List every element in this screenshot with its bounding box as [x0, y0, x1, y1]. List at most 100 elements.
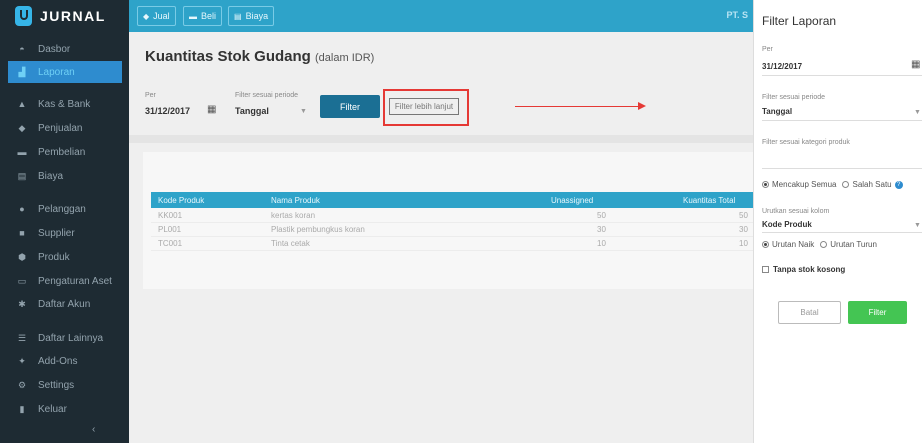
- list-icon: ☰: [17, 332, 27, 343]
- radio-mencakup-semua[interactable]: [762, 181, 769, 188]
- receipt-icon: ▤: [17, 170, 27, 181]
- sidebar-item-label: Pembelian: [38, 146, 86, 158]
- header-nama-produk[interactable]: Nama Produk: [271, 196, 320, 205]
- radio-salah-satu[interactable]: [842, 181, 850, 188]
- jual-button[interactable]: ◆ Jual: [137, 6, 176, 26]
- panel-period-label: Filter sesuai periode: [762, 94, 826, 101]
- cell-unassigned: 10: [597, 239, 606, 248]
- sidebar-item-biaya[interactable]: ▤ Biaya: [0, 165, 129, 187]
- radio-urutan-naik[interactable]: [762, 241, 769, 248]
- sidebar-item-settings[interactable]: ⚙ Settings: [0, 374, 129, 396]
- cell-kode[interactable]: TC001: [158, 239, 182, 248]
- highlight-annotation: [383, 89, 469, 126]
- arrow-head-annotation: [638, 102, 646, 110]
- arrow-annotation: [515, 106, 640, 107]
- sidebar-item-pembelian[interactable]: ▬ Pembelian: [0, 141, 129, 163]
- sidebar-item-label: Add-Ons: [38, 355, 78, 367]
- cancel-button[interactable]: Batal: [778, 301, 841, 324]
- tag-icon: ◆: [143, 11, 150, 21]
- input-underline: [762, 75, 922, 76]
- cell-nama[interactable]: Tinta cetak: [271, 239, 310, 248]
- biaya-label: Biaya: [245, 11, 269, 21]
- chevron-down-icon: ▼: [914, 222, 921, 229]
- input-underline: [762, 232, 922, 233]
- table-row[interactable]: TC001 Tinta cetak 10 10: [151, 237, 753, 251]
- box-icon: ⬢: [18, 251, 26, 262]
- sidebar-item-label: Pelanggan: [38, 203, 86, 215]
- table-header: Kode Produk Nama Produk Unassigned Kuant…: [151, 192, 753, 208]
- help-icon[interactable]: ?: [894, 180, 903, 189]
- sidebar-item-add-ons[interactable]: ✦ Add-Ons: [0, 350, 129, 372]
- panel-per-date-input[interactable]: 31/12/2017: [762, 62, 802, 71]
- checkbox-label: Tanpa stok kosong: [773, 265, 846, 274]
- sidebar-item-daftar-akun[interactable]: ✱ Daftar Akun: [0, 293, 129, 315]
- sidebar-item-keluar[interactable]: ▮ Keluar: [0, 398, 129, 420]
- report-card: Kode Produk Nama Produk Unassigned Kuant…: [143, 152, 753, 289]
- sidebar-item-label: Produk: [38, 251, 70, 263]
- dashboard-icon: ◓: [19, 44, 25, 54]
- page-title: Kuantitas Stok Gudang (dalam IDR): [145, 48, 374, 65]
- cell-kode[interactable]: KK001: [158, 211, 182, 220]
- empty-stock-row: Tanpa stok kosong: [762, 265, 845, 274]
- sidebar-item-daftar-lainnya[interactable]: ☰ Daftar Lainnya: [0, 327, 129, 349]
- table-row[interactable]: PL001 Plastik pembungkus koran 30 30: [151, 223, 753, 237]
- category-input[interactable]: [762, 168, 922, 169]
- header-kuantitas-total[interactable]: Kuantitas Total: [683, 196, 735, 205]
- cell-kode[interactable]: PL001: [158, 225, 181, 234]
- sidebar-item-laporan[interactable]: ▟ Laporan: [8, 61, 122, 83]
- header-unassigned[interactable]: Unassigned: [551, 196, 593, 205]
- panel-period-select[interactable]: Tanggal: [762, 107, 792, 116]
- brand[interactable]: JURNAL: [0, 0, 129, 32]
- sidebar-item-label: Dasbor: [38, 43, 71, 55]
- main-content: Kuantitas Stok Gudang (dalam IDR) Per 31…: [129, 32, 753, 443]
- panel-sort-label: Urutkan sesuai kolom: [762, 208, 830, 215]
- sidebar: JURNAL ◓ Dasbor ▟ Laporan ▲ Kas & Bank ◆…: [0, 0, 129, 443]
- radio-asc-label: Urutan Naik: [772, 240, 815, 249]
- sidebar-item-kas-bank[interactable]: ▲ Kas & Bank: [0, 93, 129, 115]
- page-title-sub: (dalam IDR): [315, 52, 375, 64]
- jual-label: Jual: [153, 11, 170, 21]
- panel-category-label: Filter sesuai kategori produk: [762, 139, 850, 146]
- panel-sort-select[interactable]: Kode Produk: [762, 220, 812, 229]
- radio-desc-label: Urutan Turun: [830, 240, 877, 249]
- sidebar-item-label: Daftar Akun: [38, 298, 91, 310]
- tag-icon: ◆: [18, 122, 26, 133]
- filter-button[interactable]: Filter: [320, 95, 380, 118]
- sidebar-item-supplier[interactable]: ■ Supplier: [0, 222, 129, 244]
- radio-one-label: Salah Satu: [852, 180, 892, 189]
- sidebar-item-label: Keluar: [38, 403, 67, 415]
- per-date-input[interactable]: 31/12/2017: [145, 106, 190, 116]
- users-icon: ●: [19, 204, 25, 214]
- biaya-button[interactable]: ▤ Biaya: [228, 6, 275, 26]
- collapse-sidebar-icon[interactable]: ‹: [92, 424, 95, 435]
- header-kode-produk[interactable]: Kode Produk: [158, 196, 204, 205]
- cell-nama[interactable]: Plastik pembungkus koran: [271, 225, 365, 234]
- category-radio-group: Mencakup Semua Salah Satu ?: [762, 180, 903, 189]
- per-label: Per: [145, 92, 156, 99]
- sidebar-item-penjualan[interactable]: ◆ Penjualan: [0, 117, 129, 139]
- sidebar-item-label: Penjualan: [38, 122, 83, 134]
- calendar-icon[interactable]: ▦: [911, 59, 920, 70]
- radio-urutan-turun[interactable]: [820, 241, 828, 248]
- filter-panel: Filter Laporan Per 31/12/2017 ▦ Filter s…: [753, 0, 924, 443]
- company-name[interactable]: PT. S: [726, 10, 748, 20]
- cell-nama[interactable]: kertas koran: [271, 211, 315, 220]
- input-underline: [762, 120, 922, 121]
- cell-total: 10: [739, 239, 748, 248]
- panel-title: Filter Laporan: [762, 14, 837, 28]
- sidebar-item-label: Kas & Bank: [38, 98, 91, 110]
- card-icon: ▬: [17, 147, 27, 157]
- period-select[interactable]: Tanggal: [235, 106, 269, 116]
- beli-button[interactable]: ▬ Beli: [183, 6, 223, 26]
- sidebar-item-label: Settings: [38, 379, 75, 391]
- table-row[interactable]: KK001 kertas koran 50 50: [151, 209, 753, 223]
- calendar-icon[interactable]: ▦: [207, 104, 216, 115]
- empty-stock-checkbox[interactable]: [762, 266, 769, 273]
- sidebar-item-produk[interactable]: ⬢ Produk: [0, 246, 129, 268]
- sidebar-item-dasbor[interactable]: ◓ Dasbor: [0, 38, 129, 60]
- sidebar-item-pengaturan-aset[interactable]: ▭ Pengaturan Aset: [0, 270, 129, 292]
- sidebar-item-label: Biaya: [38, 170, 64, 182]
- sidebar-item-label: Laporan: [38, 66, 75, 78]
- sidebar-item-pelanggan[interactable]: ● Pelanggan: [0, 198, 129, 220]
- panel-filter-button[interactable]: Filter: [848, 301, 907, 324]
